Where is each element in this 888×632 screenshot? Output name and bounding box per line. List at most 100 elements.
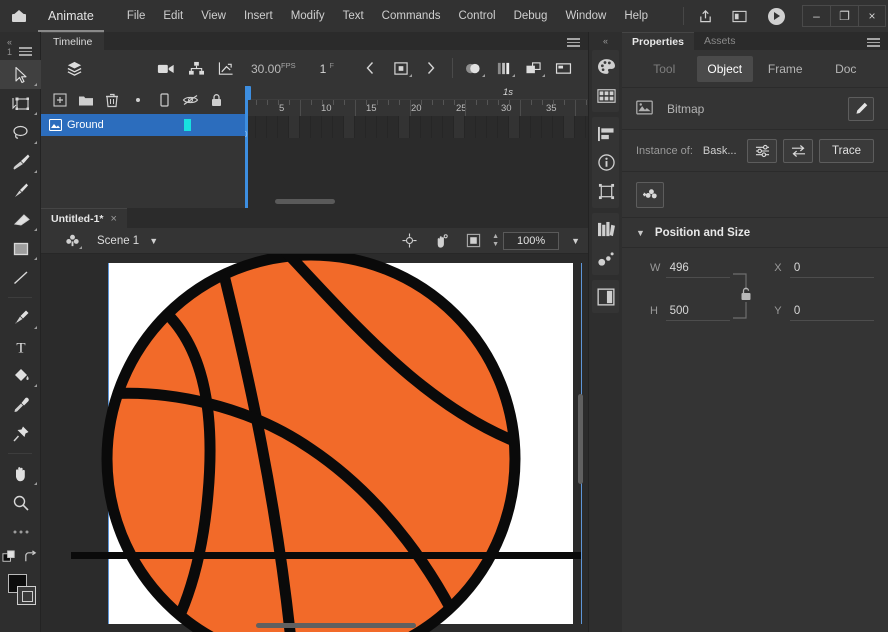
timeline-frame-cell[interactable] xyxy=(355,116,366,138)
timeline-frame-cell[interactable] xyxy=(267,116,278,138)
timeline-frame-cell[interactable] xyxy=(509,116,520,138)
menu-debug[interactable]: Debug xyxy=(505,0,557,32)
instance-value[interactable]: Bask... xyxy=(703,145,737,157)
timeline-frame-cell[interactable] xyxy=(399,116,410,138)
timeline-frame-cell[interactable] xyxy=(289,116,300,138)
segment-object[interactable]: Object xyxy=(696,55,753,82)
menu-file[interactable]: File xyxy=(118,0,155,32)
swap-colors-icon[interactable] xyxy=(23,549,38,565)
delete-layer-button[interactable] xyxy=(101,89,123,111)
timeline-frame-cell[interactable] xyxy=(421,116,432,138)
timeline-layer-row[interactable]: Ground xyxy=(41,114,245,136)
share-button[interactable] xyxy=(688,0,722,32)
timeline-frame-cell[interactable] xyxy=(344,116,355,138)
playhead-knob[interactable] xyxy=(245,86,251,100)
timeline-frame-cell[interactable] xyxy=(454,116,465,138)
trace-bitmap-button[interactable]: Trace xyxy=(819,138,874,163)
menu-text[interactable]: Text xyxy=(334,0,373,32)
timeline-frame-cell[interactable] xyxy=(487,116,498,138)
onion-outline-button[interactable] xyxy=(489,50,519,86)
lock-toggle-button[interactable] xyxy=(205,89,227,111)
eraser-tool[interactable] xyxy=(0,205,41,234)
scene-button[interactable] xyxy=(57,228,87,254)
text-tool[interactable]: T xyxy=(0,332,41,361)
menu-insert[interactable]: Insert xyxy=(235,0,282,32)
maximize-button[interactable]: ❐ xyxy=(830,5,858,27)
menu-commands[interactable]: Commands xyxy=(373,0,450,32)
workspace-button[interactable] xyxy=(722,0,756,32)
timeline-frame-cell[interactable] xyxy=(333,116,344,138)
timeline-menu-icon[interactable] xyxy=(567,38,580,49)
outline-toggle-button[interactable] xyxy=(153,89,175,111)
snap-to-objects-button[interactable] xyxy=(394,228,424,254)
close-icon[interactable]: × xyxy=(111,213,117,225)
zoom-chevron-down-icon[interactable]: ▼ xyxy=(571,236,580,246)
black-white-colors-icon[interactable] xyxy=(2,549,17,565)
add-layer-button[interactable] xyxy=(49,89,71,111)
playhead[interactable]: 0 xyxy=(245,86,251,208)
timeline-frame-cell[interactable] xyxy=(256,116,267,138)
close-button[interactable]: × xyxy=(858,5,886,27)
menu-help[interactable]: Help xyxy=(615,0,657,32)
timeline-frame-cell[interactable] xyxy=(564,116,575,138)
timeline-frame-cell[interactable] xyxy=(520,116,531,138)
basketball-artwork[interactable] xyxy=(96,254,526,632)
scene-label[interactable]: Scene 1 xyxy=(97,235,139,247)
line-tool[interactable] xyxy=(0,263,41,292)
brush-tool[interactable] xyxy=(0,176,41,205)
timeline-frame-cell[interactable] xyxy=(388,116,399,138)
swatches-button[interactable] xyxy=(592,81,620,110)
frames-panel[interactable]: 1s 5 10 15 20 25 30 35 0 xyxy=(245,86,588,208)
timeline-frame-cell[interactable] xyxy=(278,116,289,138)
tab-timeline[interactable]: Timeline xyxy=(41,32,105,50)
library-button[interactable] xyxy=(592,215,620,244)
center-frame-button[interactable] xyxy=(386,50,416,86)
color-palette-button[interactable] xyxy=(592,52,620,81)
current-frame-field[interactable]: 1F xyxy=(320,61,334,76)
visibility-toggle-button[interactable] xyxy=(179,89,201,111)
timeline-hscrollbar[interactable] xyxy=(245,199,365,204)
graph-editor-button[interactable] xyxy=(211,50,241,86)
timeline-frame-cell[interactable] xyxy=(553,116,564,138)
position-and-size-header[interactable]: ▼ Position and Size xyxy=(622,218,888,248)
rotate-button[interactable] xyxy=(426,228,456,254)
scene-panel-button[interactable] xyxy=(592,282,620,311)
camera-button[interactable] xyxy=(151,50,181,86)
stage-area[interactable] xyxy=(41,254,588,632)
paint-brush-tool[interactable] xyxy=(0,147,41,176)
segment-frame[interactable]: Frame xyxy=(757,56,814,82)
timeline-frame-cell[interactable] xyxy=(377,116,388,138)
segment-doc[interactable]: Doc xyxy=(818,56,875,82)
info-button[interactable] xyxy=(592,148,620,177)
pin-tool[interactable] xyxy=(0,419,41,448)
dot-indicator[interactable] xyxy=(127,89,149,111)
timeline-frame-cell[interactable] xyxy=(575,116,586,138)
components-button[interactable] xyxy=(592,244,620,273)
free-transform-tool[interactable] xyxy=(0,89,41,118)
timeline-frame-cell[interactable] xyxy=(410,116,421,138)
edit-multiple-frames-button[interactable] xyxy=(519,50,549,86)
menu-modify[interactable]: Modify xyxy=(282,0,334,32)
rectangle-tool[interactable] xyxy=(0,234,41,263)
rail-collapse-button[interactable]: « xyxy=(589,32,622,50)
timeline-frame-cell[interactable] xyxy=(498,116,509,138)
fill-color-swatch[interactable] xyxy=(17,586,36,605)
paint-bucket-tool[interactable] xyxy=(0,361,41,390)
segment-tool[interactable]: Tool xyxy=(636,56,693,82)
align-button[interactable] xyxy=(592,119,620,148)
properties-menu-icon[interactable] xyxy=(867,38,880,49)
zoom-tool[interactable] xyxy=(0,488,41,517)
zoom-stepper[interactable]: ▲ ▼ xyxy=(492,233,499,248)
test-movie-button[interactable] xyxy=(756,0,796,32)
hand-tool[interactable] xyxy=(0,459,41,488)
frame-view-button[interactable] xyxy=(549,50,579,86)
timeline-frame-cell[interactable] xyxy=(432,116,443,138)
color-effect-button[interactable] xyxy=(636,181,664,208)
y-input[interactable]: 0 xyxy=(789,301,875,321)
double-chevron-left-icon[interactable]: « xyxy=(7,37,12,47)
timeline-frame-cell[interactable] xyxy=(300,116,311,138)
onion-skin-button[interactable] xyxy=(459,50,489,86)
lasso-tool[interactable] xyxy=(0,118,41,147)
prev-keyframe-button[interactable] xyxy=(356,50,386,86)
parent-view-button[interactable] xyxy=(181,50,211,86)
